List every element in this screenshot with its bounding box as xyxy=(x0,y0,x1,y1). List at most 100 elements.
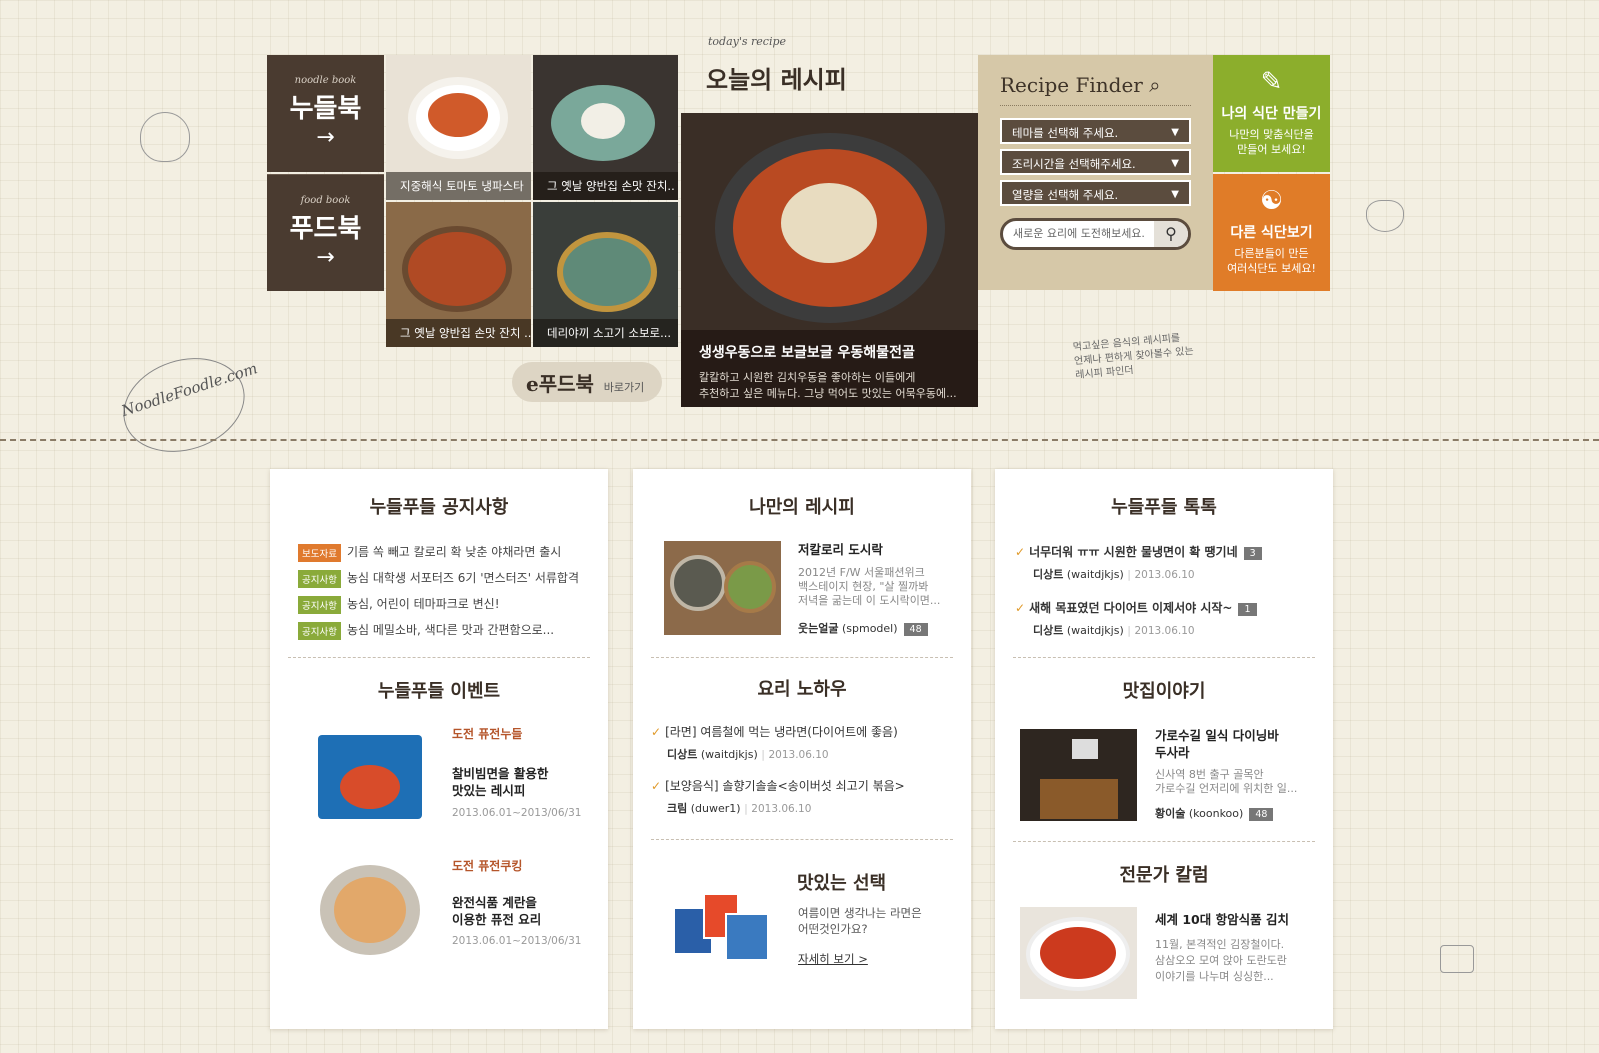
today-title: 오늘의 레시피 xyxy=(706,65,847,94)
theme-select[interactable]: 테마를 선택해 주세요. ▼ xyxy=(1000,118,1191,144)
notice-item[interactable]: 공지사항 농심, 어린이 테마파크로 변신! xyxy=(298,595,500,614)
notice-item[interactable]: 공지사항 농심 대학생 서포터즈 6기 '면스터즈' 서류합격 xyxy=(298,569,579,588)
divider xyxy=(1013,657,1315,658)
photo-tomato-pasta[interactable]: 지중해식 토마토 냉파스타 xyxy=(386,55,531,200)
story-title-line-1[interactable]: 가로수길 일식 다이닝바 xyxy=(1155,727,1279,744)
comment-count: 48 xyxy=(1249,808,1274,821)
mid-panel: 나만의 레시피 저칼로리 도시락 2012년 F/W 서울패션위크 백스테이지 … xyxy=(633,469,971,1029)
search-icon: ⌕ xyxy=(1149,73,1161,97)
event-title-line-2[interactable]: 맛있는 레시피 xyxy=(452,782,525,799)
knowhow-item[interactable]: ✓ [라면] 여름철에 먹는 냉라면(다이어트에 좋음) xyxy=(651,723,898,740)
today-recipe-desc-1: 칼칼하고 시원한 김치우동을 좋아하는 이들에게 xyxy=(699,371,916,384)
food-book-title: 푸드북 xyxy=(289,214,362,244)
choice-desc: 여름이면 생각나는 라면은 xyxy=(798,906,922,920)
search-button[interactable]: ⚲ xyxy=(1154,221,1188,247)
myrecipe-image[interactable] xyxy=(664,541,781,635)
check-icon: ✓ xyxy=(651,725,662,739)
time-select[interactable]: 조리시간을 선택해주세요. ▼ xyxy=(1000,149,1191,175)
myrecipe-desc: 백스테이지 현장, "살 찔까봐 xyxy=(798,580,929,593)
event-title-line-2[interactable]: 이용한 퓨전 요리 xyxy=(452,911,541,928)
column-image-kimchi[interactable] xyxy=(1020,907,1137,999)
arrow-right-icon: → xyxy=(316,245,335,270)
today-recipe-title: 생생우동으로 보글보글 우동해물전골 xyxy=(699,345,915,361)
food-book-tile[interactable]: food book 푸드북 → xyxy=(267,174,384,291)
check-icon: ✓ xyxy=(1015,545,1026,559)
other-diet-tile[interactable]: ☯ 다른 식단보기 다른분들이 만든 여러식단도 보세요! xyxy=(1213,174,1330,291)
event-label: 도전 퓨전쿠킹 xyxy=(452,859,523,873)
story-desc: 가로수길 언저리에 위치한 일... xyxy=(1155,782,1298,795)
photo-janchi-1[interactable]: 그 옛날 양반집 손맛 잔치.. xyxy=(533,55,678,200)
salad-doodle xyxy=(1366,200,1404,232)
my-diet-tile[interactable]: ✎ 나의 식단 만들기 나만의 맞춤식단을 만들어 보세요! xyxy=(1213,55,1330,172)
event-image-eggs[interactable] xyxy=(320,865,420,955)
choice-more-link[interactable]: 자세히 보기 > xyxy=(798,951,868,967)
today-eng: today's recipe xyxy=(708,35,787,48)
event-date: 2013.06.01~2013/06/31 xyxy=(452,935,582,947)
site-logo[interactable]: NoodleFoodle.com xyxy=(111,343,260,467)
notice-item[interactable]: 보도자료 기름 쏙 빼고 칼로리 확 낮춘 야채라면 출시 xyxy=(298,543,561,562)
column-title-text[interactable]: 세계 10대 항암식품 김치 xyxy=(1155,911,1289,928)
noodle-book-tile[interactable]: noodle book 누들북 → xyxy=(267,55,384,172)
photo-teriyaki[interactable]: 데리야끼 소고기 소보로... xyxy=(533,202,678,347)
arrow-right-icon: → xyxy=(316,125,335,150)
knowhow-meta: 디상트 (waitdjkjs) | 2013.06.10 xyxy=(667,748,829,761)
other-diet-title: 다른 식단보기 xyxy=(1230,225,1313,241)
food-book-sub: food book xyxy=(300,195,351,206)
comment-count: 48 xyxy=(903,623,928,636)
divider xyxy=(1013,841,1315,842)
divider xyxy=(651,839,953,840)
notice-title: 누들푸들 공지사항 xyxy=(369,497,509,518)
bento-icon: ☯ xyxy=(1259,186,1284,216)
noodle-book-title: 누들북 xyxy=(289,94,362,124)
my-diet-title: 나의 식단 만들기 xyxy=(1221,106,1322,122)
myrecipe-author: 웃는얼굴 (spmodel) 48 xyxy=(798,620,928,636)
bag-doodle xyxy=(1440,945,1474,973)
chevron-down-icon: ▼ xyxy=(1171,189,1179,200)
finder-search-input[interactable]: 새로운 요리에 도전해보세요. ⚲ xyxy=(1000,218,1191,250)
notice-item[interactable]: 공지사항 농심 메밀소바, 색다른 맛과 간편함으로... xyxy=(298,621,554,640)
event-title: 누들푸들 이벤트 xyxy=(377,681,501,702)
myrecipe-title-text[interactable]: 저칼로리 도시락 xyxy=(798,541,883,558)
today-recipe-card[interactable]: 생생우동으로 보글보글 우동해물전골 칼칼하고 시원한 김치우동을 좋아하는 이… xyxy=(681,113,978,407)
knowhow-meta: 크림 (duwer1) | 2013.06.10 xyxy=(667,802,812,815)
knowhow-item[interactable]: ✓ [보양음식] 솔향기솔솔<송이버섯 쇠고기 볶음> xyxy=(651,777,905,794)
talk-item[interactable]: ✓ 새해 목표였던 다이어트 이제서야 시작~ 1 xyxy=(1015,599,1257,616)
efoodbook-link[interactable]: e푸드북 바로가기 xyxy=(512,362,662,402)
my-diet-desc-1: 나만의 맞춤식단을 xyxy=(1229,128,1314,141)
section-divider xyxy=(0,439,1599,441)
today-recipe-desc-2: 추천하고 싶은 메뉴다. 그냥 먹어도 맛있는 어묵우동에... xyxy=(699,387,957,400)
myrecipe-desc: 2012년 F/W 서울패션위크 xyxy=(798,566,925,579)
divider xyxy=(288,657,590,658)
finder-note: 먹고싶은 음식의 레시피를 언제나 편하게 찾아볼수 있는 레시피 파인더 xyxy=(1072,332,1195,382)
column-desc: 11월, 본격적인 김장철이다. xyxy=(1155,938,1285,951)
divider xyxy=(651,657,953,658)
photo-janchi-2[interactable]: 그 옛날 양반집 손맛 잔치 ... xyxy=(386,202,531,347)
event-title-line-1[interactable]: 찰비빔면을 활용한 xyxy=(452,765,548,782)
finder-title: Recipe Finder ⌕ xyxy=(1000,73,1191,106)
story-desc: 신사역 8번 출구 골목안 xyxy=(1155,768,1264,781)
calorie-select[interactable]: 열량을 선택해 주세요. ▼ xyxy=(1000,180,1191,206)
other-diet-desc-1: 다른분들이 만든 xyxy=(1234,247,1309,260)
event-label: 도전 퓨전누들 xyxy=(452,727,523,741)
photo-caption: 데리야끼 소고기 소보로... xyxy=(533,319,678,347)
event-image-bibim[interactable] xyxy=(318,735,422,819)
story-title: 맛집이야기 xyxy=(1122,681,1206,702)
comment-count: 1 xyxy=(1238,603,1257,616)
event-title-line-1[interactable]: 완전식품 계란을 xyxy=(452,894,537,911)
choice-desc: 어떤것인가요? xyxy=(798,922,868,936)
comment-count: 3 xyxy=(1243,547,1262,560)
noodle-book-sub: noodle book xyxy=(294,75,357,86)
photo-caption: 그 옛날 양반집 손맛 잔치 ... xyxy=(386,319,531,347)
check-icon: ✓ xyxy=(1015,601,1026,615)
efoodbook-go: 바로가기 xyxy=(603,381,645,394)
event-date: 2013.06.01~2013/06/31 xyxy=(452,807,582,819)
story-image[interactable] xyxy=(1020,729,1137,821)
story-title-line-2[interactable]: 두사라 xyxy=(1155,744,1190,761)
column-desc: 삼삼오오 모여 앉아 도란도란 xyxy=(1155,954,1287,967)
photo-caption: 그 옛날 양반집 손맛 잔치.. xyxy=(533,172,678,200)
talk-item[interactable]: ✓ 너무더워 ㅠㅠ 시원한 물냉면이 확 땡기네 3 xyxy=(1015,543,1262,560)
column-desc: 이야기를 나누며 싱싱한... xyxy=(1155,970,1274,983)
other-diet-desc-2: 여러식단도 보세요! xyxy=(1227,262,1316,275)
choice-image-ramen-packs[interactable] xyxy=(673,889,777,965)
chevron-down-icon: ▼ xyxy=(1171,127,1179,138)
